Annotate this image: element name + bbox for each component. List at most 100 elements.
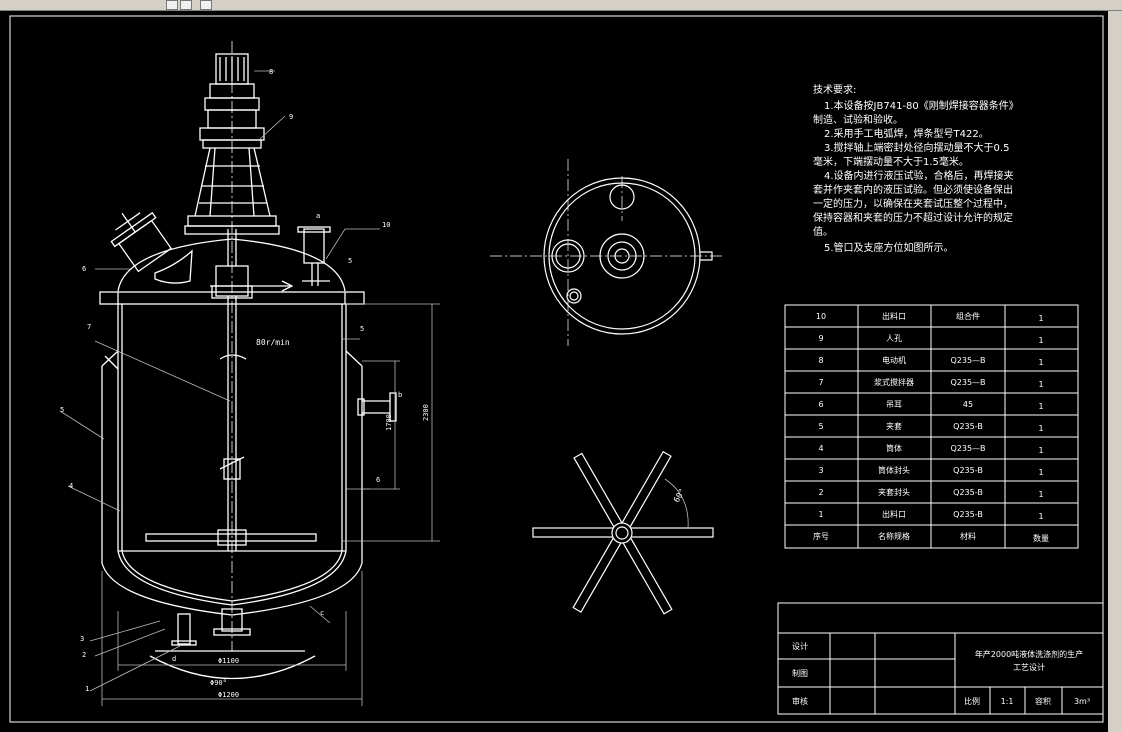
drawing-label: c — [320, 609, 324, 617]
scale-label: 比例 — [964, 696, 980, 706]
drawing-label: 人孔 — [886, 334, 902, 343]
drawing-label: 保持容器和夹套的压力不超过设计允许的规定 — [813, 211, 1013, 224]
drawing-label: 2.采用手工电弧焊，焊条型号T422。 — [824, 127, 989, 140]
drawing-label: 浆式搅拌器 — [874, 377, 914, 387]
toolbar-button-icon[interactable] — [200, 0, 212, 10]
drawing-label: 制造、试验和验收。 — [813, 113, 903, 126]
toolbar-button-icon[interactable] — [180, 0, 192, 10]
drawing-label: 夹套 — [886, 421, 902, 431]
drawing-label: Q235-B — [953, 466, 983, 475]
drawing-label: 3.搅拌轴上端密封处径向摆动量不大于0.5 — [824, 141, 1009, 154]
drawing-label: Q235—B — [950, 378, 985, 387]
drawing-label: Q235-B — [953, 510, 983, 519]
toolbar-strip — [0, 0, 1122, 11]
drawing-label: 吊耳 — [886, 400, 902, 409]
drawing-label: 序号 — [813, 531, 829, 541]
drawing-label: 数量 — [1033, 533, 1049, 543]
drawing-label: Φ1100 — [218, 657, 239, 665]
vessel-labels: 8 9 6 10 7 5 4 3 2 1 80r/min 2300 1700 Φ… — [60, 68, 430, 699]
drawing-label: 1 — [1038, 424, 1043, 433]
drawing-label: 毫米，下端摆动量不大于1.5毫米。 — [813, 155, 969, 168]
drawing-label: 1 — [1038, 380, 1043, 389]
drawing-label: 9 — [818, 334, 823, 343]
drawing-label: 5 — [60, 406, 64, 414]
drawing-label: 1 — [1038, 512, 1043, 521]
parts-table: 10 出料口 组合件 1 9 人孔 1 8 电动机 Q235—B 1 7 浆式搅拌器 Q235—B 1… — [784, 304, 1079, 549]
drawing-label: 1 — [1038, 468, 1043, 477]
drawing-label: Q235-B — [953, 488, 983, 497]
drawing-label: 6 — [82, 265, 86, 273]
drawing-label: 2 — [82, 651, 86, 659]
drawing-label: 筒体封头 — [878, 465, 910, 475]
drawing-label: 1700 — [385, 414, 393, 431]
project-subtitle: 工艺设计 — [1013, 662, 1045, 672]
drawing-label: 2 — [818, 488, 823, 497]
drawing-label: 1 — [818, 510, 823, 519]
drawing-label: 5 — [818, 422, 823, 431]
drawing-label: 1 — [1038, 336, 1043, 345]
drawing-label: Φ1200 — [218, 691, 239, 699]
drawing-label: 1 — [1038, 490, 1043, 499]
drawing-label: a — [316, 212, 320, 220]
drawing-label: 5 — [360, 325, 364, 333]
drawing-label: Q235-B — [953, 422, 983, 431]
drawing-label: 夹套封头 — [878, 487, 910, 497]
drawing-label: 5 — [348, 257, 352, 265]
row-label-design: 设计 — [792, 641, 808, 651]
toolbar-button-icon[interactable] — [166, 0, 178, 10]
drawing-label: 1 — [1038, 358, 1043, 367]
drawing-label: 1 — [1038, 446, 1043, 455]
drawing-label: 10 — [816, 312, 826, 321]
tech-req-title: 技术要求: — [813, 83, 856, 96]
drawing-label: 80r/min — [256, 338, 290, 347]
drawing-label: d — [172, 655, 176, 663]
drawing-label: Q235—B — [950, 444, 985, 453]
drawing-label: 7 — [87, 323, 91, 331]
impeller-angle: 60° — [672, 487, 687, 504]
drawing-label: 1.本设备按JB741-80《刚制焊接容器条件》 — [824, 99, 1019, 112]
drawing-label: 3 — [80, 635, 84, 643]
drawing-label: 出料口 — [882, 311, 906, 321]
vertical-scrollbar[interactable] — [1108, 11, 1122, 732]
drawing-label: 1 — [1038, 314, 1043, 323]
drawing-label: 9 — [289, 113, 293, 121]
drawing-label: 10 — [382, 221, 390, 229]
drawing-label: 一定的压力，以确保在夹套试压整个过程中， — [813, 197, 1013, 210]
drawing-label: 材料 — [960, 531, 976, 541]
row-label-review: 审核 — [792, 696, 808, 706]
volume-label: 容积 — [1035, 696, 1051, 706]
vessel-section — [99, 41, 397, 680]
drawing-label: Φ90° — [210, 679, 227, 687]
drawing-label: 2300 — [422, 404, 430, 421]
drawing-label: 7 — [818, 378, 823, 387]
drawing-label: b — [398, 391, 402, 399]
top-plan-view — [490, 159, 722, 346]
volume-value: 3m³ — [1074, 697, 1090, 706]
drawing-label: 6 — [818, 400, 823, 409]
drawing-label: 8 — [269, 68, 273, 76]
drawing-label: 45 — [963, 400, 973, 409]
drawing-label: 值。 — [813, 225, 833, 238]
drawing-label: 1 — [1038, 402, 1043, 411]
drawing-label: 4 — [818, 444, 823, 453]
cad-drawing: 8 9 6 10 7 5 4 3 2 1 80r/min 2300 1700 Φ… — [9, 15, 1104, 723]
drawing-label: 组合件 — [956, 311, 980, 321]
drawing-label: 3 — [818, 466, 823, 475]
drawing-label: 4 — [69, 482, 73, 490]
drawing-label: 电动机 — [882, 355, 906, 365]
drawing-label: 筒体 — [886, 443, 902, 453]
row-label-drawing: 制图 — [792, 668, 808, 678]
drawing-label: 1 — [85, 685, 89, 693]
drawing-label: 套并作夹套内的液压试验。但必须使设备保出 — [813, 183, 1013, 196]
project-title: 年产2000吨液体洗涤剂的生产 — [975, 649, 1083, 659]
drawing-label: 名称规格 — [878, 531, 910, 541]
drawing-frame — [9, 15, 1104, 723]
drawing-label: 4.设备内进行液压试验，合格后，再焊接夹 — [824, 169, 1014, 182]
impeller-view — [532, 450, 714, 615]
drawing-label: Q235—B — [950, 356, 985, 365]
tech-requirements: 技术要求: 1.本设备按JB741-80《刚制焊接容器条件》 制造、试验和验收。… — [813, 83, 1019, 254]
scale-value: 1:1 — [1001, 697, 1014, 706]
drawing-label: 8 — [818, 356, 823, 365]
drawing-label: 6 — [376, 476, 380, 484]
drawing-label: 出料口 — [882, 509, 906, 519]
